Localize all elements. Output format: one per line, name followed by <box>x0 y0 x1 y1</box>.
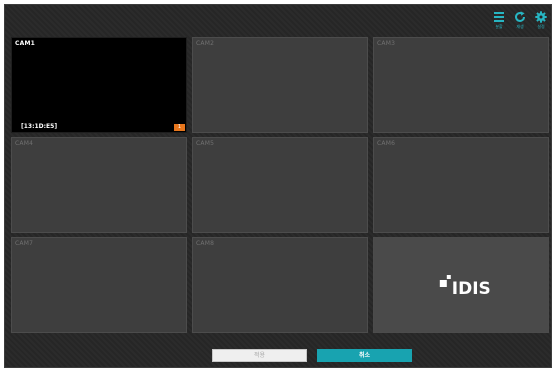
camera-label: CAM5 <box>196 140 215 147</box>
camera-tile-7[interactable]: CAM7 <box>11 237 187 333</box>
list-icon <box>494 12 504 22</box>
cancel-button[interactable]: 취소 <box>317 349 412 362</box>
camera-tile-4[interactable]: CAM4 <box>11 137 187 233</box>
camera-grid: CAM1 [13:1D:E5] 1 CAM2 CAM3 CAM4 CAM5 CA… <box>11 37 549 333</box>
camera-label: CAM3 <box>377 40 396 47</box>
camera-tile-1[interactable]: CAM1 [13:1D:E5] 1 <box>11 37 187 133</box>
refresh-icon <box>515 11 525 22</box>
camera-tile-8[interactable]: CAM8 <box>192 237 368 333</box>
logo-text: IDIS <box>452 279 491 298</box>
toolbar: 분할 재생 설정 <box>491 11 549 33</box>
camera-label: CAM7 <box>15 240 34 247</box>
layout-button[interactable]: 분할 <box>491 11 507 33</box>
idis-logo: IDIS <box>436 272 496 298</box>
refresh-button-label: 재생 <box>516 24 524 29</box>
settings-button-label: 설정 <box>537 24 545 29</box>
settings-button[interactable]: 설정 <box>533 11 549 33</box>
logo-tile: IDIS <box>373 237 549 333</box>
camera-label: CAM1 <box>15 40 35 47</box>
event-badge: 1 <box>174 124 185 131</box>
camera-tile-3[interactable]: CAM3 <box>373 37 549 133</box>
viewer-window: 분할 재생 설정 CAM1 [13:1D:E5] 1 CAM2 CAM3 CAM… <box>4 4 552 368</box>
camera-tile-2[interactable]: CAM2 <box>192 37 368 133</box>
timestamp: [13:1D:E5] <box>21 123 58 130</box>
camera-tile-6[interactable]: CAM6 <box>373 137 549 233</box>
camera-tile-5[interactable]: CAM5 <box>192 137 368 233</box>
gear-icon <box>535 11 547 23</box>
apply-button[interactable]: 적용 <box>212 349 307 362</box>
camera-label: CAM2 <box>196 40 215 47</box>
camera-label: CAM8 <box>196 240 215 247</box>
refresh-button[interactable]: 재생 <box>512 11 528 33</box>
layout-button-label: 분할 <box>495 24 503 29</box>
camera-label: CAM4 <box>15 140 34 147</box>
idis-logo-mark: IDIS <box>439 275 491 298</box>
camera-label: CAM6 <box>377 140 396 147</box>
